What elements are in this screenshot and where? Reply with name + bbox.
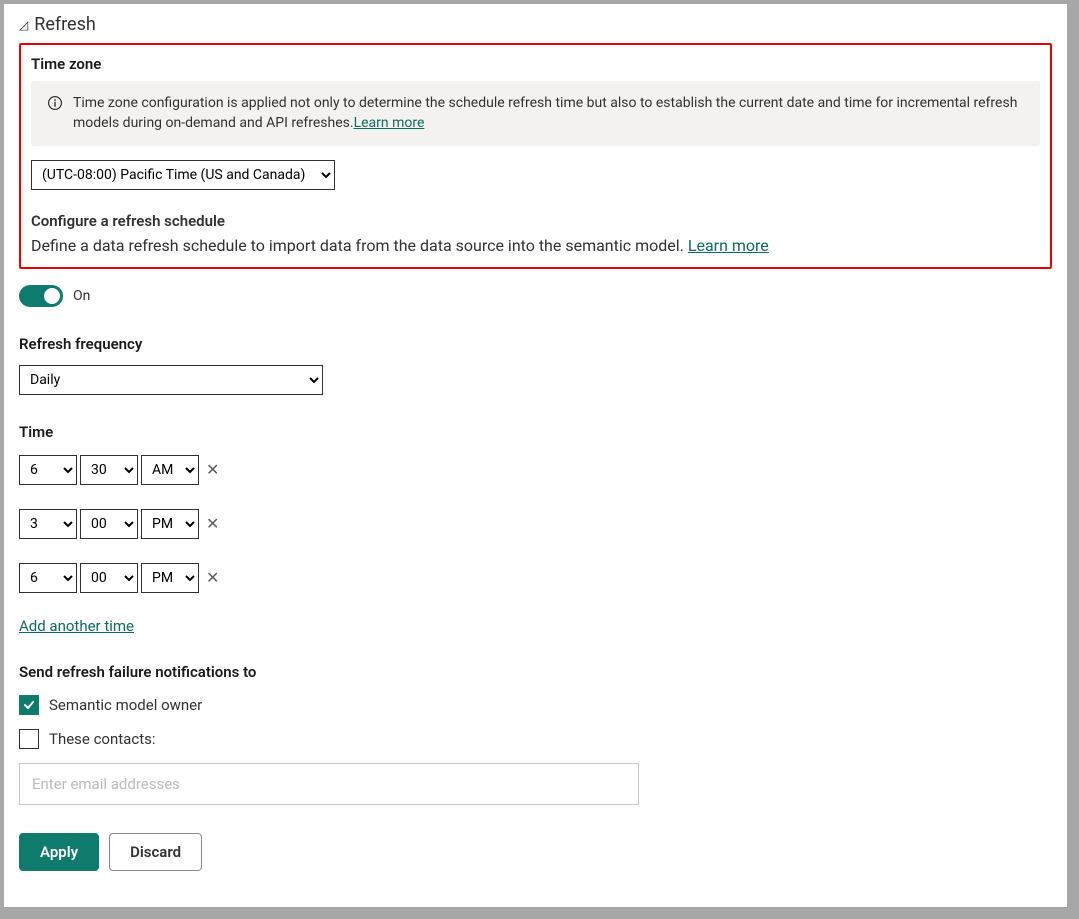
owner-checkbox-label: Semantic model owner [49,696,202,714]
time-hour-select[interactable]: 3 [19,509,77,539]
owner-checkbox[interactable] [19,695,39,715]
schedule-learn-more-link[interactable]: Learn more [688,236,769,255]
time-row: 6 00 PM ✕ [19,563,1052,593]
section-title: Refresh [34,14,96,35]
frequency-select[interactable]: Daily [19,365,323,395]
time-row: 6 30 AM ✕ [19,455,1052,485]
contacts-input[interactable] [19,763,639,805]
time-ampm-select[interactable]: PM [141,509,199,539]
time-ampm-select[interactable]: PM [141,563,199,593]
schedule-heading: Configure a refresh schedule [31,212,1040,230]
refresh-settings-panel: ◿ Refresh Time zone Time zone configurat… [0,0,1071,911]
time-label: Time [19,423,1052,441]
time-minute-select[interactable]: 00 [80,509,138,539]
info-icon [47,95,63,117]
contacts-checkbox[interactable] [19,729,39,749]
timezone-learn-more-link[interactable]: Learn more [354,115,425,131]
time-row: 3 00 PM ✕ [19,509,1052,539]
time-minute-select[interactable]: 30 [80,455,138,485]
remove-time-icon[interactable]: ✕ [202,568,223,587]
timezone-select[interactable]: (UTC-08:00) Pacific Time (US and Canada) [31,160,335,190]
section-header[interactable]: ◿ Refresh [19,14,1052,35]
highlighted-region: Time zone Time zone configuration is app… [19,43,1052,269]
toggle-label: On [73,288,90,304]
timezone-label: Time zone [31,55,1040,73]
notifications-label: Send refresh failure notifications to [19,663,1052,681]
toggle-knob [44,288,60,304]
timezone-info-banner: Time zone configuration is applied not o… [31,81,1040,146]
apply-button[interactable]: Apply [19,833,99,871]
contacts-checkbox-label: These contacts: [49,730,155,748]
frequency-label: Refresh frequency [19,335,1052,353]
discard-button[interactable]: Discard [109,833,202,871]
schedule-toggle[interactable] [19,285,63,307]
collapse-icon: ◿ [19,18,28,32]
time-hour-select[interactable]: 6 [19,455,77,485]
timezone-info-text: Time zone configuration is applied not o… [73,93,1024,134]
schedule-description: Define a data refresh schedule to import… [31,236,1040,255]
remove-time-icon[interactable]: ✕ [202,460,223,479]
time-ampm-select[interactable]: AM [141,455,199,485]
time-minute-select[interactable]: 00 [80,563,138,593]
remove-time-icon[interactable]: ✕ [202,514,223,533]
time-hour-select[interactable]: 6 [19,563,77,593]
add-another-time-link[interactable]: Add another time [19,617,134,635]
